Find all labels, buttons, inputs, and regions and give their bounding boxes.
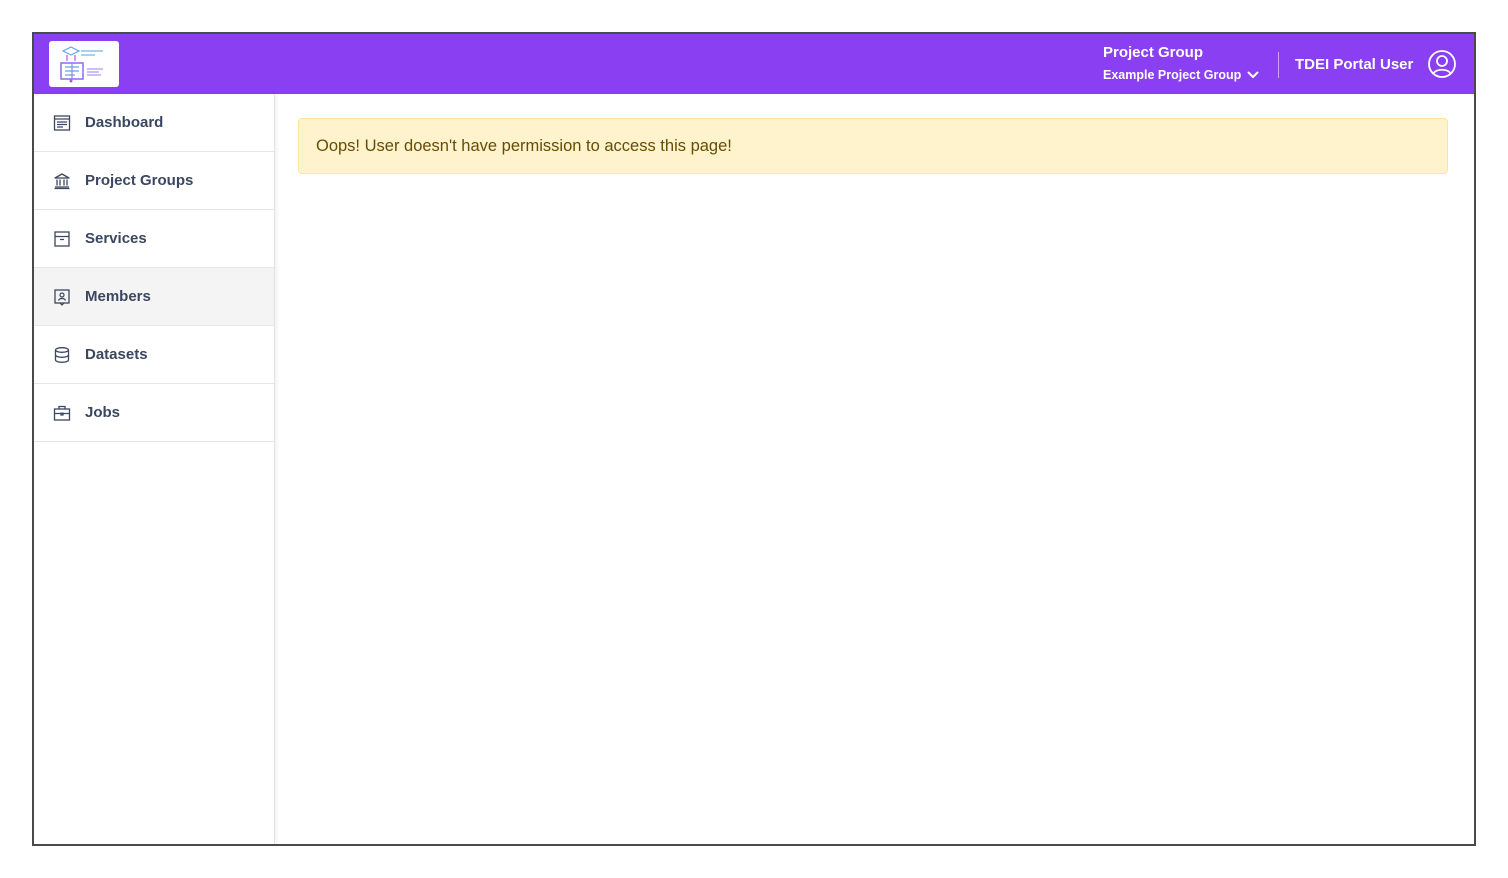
sidebar-item-members[interactable]: Members bbox=[34, 268, 274, 326]
sidebar-item-jobs[interactable]: Jobs bbox=[34, 384, 274, 442]
sidebar-item-label: Services bbox=[85, 230, 147, 247]
archive-icon bbox=[53, 230, 71, 248]
database-icon bbox=[53, 346, 71, 364]
permission-alert: Oops! User doesn't have permission to ac… bbox=[298, 118, 1448, 174]
user-avatar-icon bbox=[1428, 50, 1457, 78]
project-group-title: Project Group bbox=[1103, 44, 1204, 61]
user-name: TDEI Portal User bbox=[1295, 55, 1414, 73]
sidebar-item-label: Jobs bbox=[85, 404, 121, 421]
project-group-dropdown[interactable]: Example Project Group bbox=[1103, 66, 1259, 84]
main-content: Oops! User doesn't have permission to ac… bbox=[275, 94, 1474, 844]
tdei-logo[interactable] bbox=[49, 41, 119, 87]
sidebar-item-datasets[interactable]: Datasets bbox=[34, 326, 274, 384]
sidebar: Dashboard Project Groups Services Member… bbox=[34, 94, 275, 844]
sidebar-item-project-groups[interactable]: Project Groups bbox=[34, 152, 274, 210]
top-bar: Project Group Example Project Group TDEI… bbox=[34, 34, 1474, 94]
sidebar-item-services[interactable]: Services bbox=[34, 210, 274, 268]
sidebar-item-dashboard[interactable]: Dashboard bbox=[34, 94, 274, 152]
members-icon bbox=[53, 288, 71, 306]
header-divider bbox=[1278, 52, 1279, 78]
dashboard-icon bbox=[53, 114, 71, 132]
tdei-logo-icon bbox=[53, 45, 115, 83]
project-group-selector[interactable]: Project Group Example Project Group bbox=[1103, 43, 1259, 84]
sidebar-item-label: Project Groups bbox=[85, 172, 194, 189]
bank-icon bbox=[53, 172, 71, 190]
app-window: Project Group Example Project Group TDEI… bbox=[32, 32, 1476, 846]
sidebar-item-label: Datasets bbox=[85, 346, 148, 363]
briefcase-icon bbox=[53, 404, 71, 422]
sidebar-item-label: Members bbox=[85, 288, 151, 305]
chevron-down-icon bbox=[1247, 71, 1259, 78]
user-menu[interactable]: TDEI Portal User bbox=[1295, 34, 1457, 94]
alert-message: Oops! User doesn't have permission to ac… bbox=[316, 136, 732, 155]
sidebar-item-label: Dashboard bbox=[85, 114, 164, 131]
project-group-value: Example Project Group bbox=[1103, 68, 1242, 82]
